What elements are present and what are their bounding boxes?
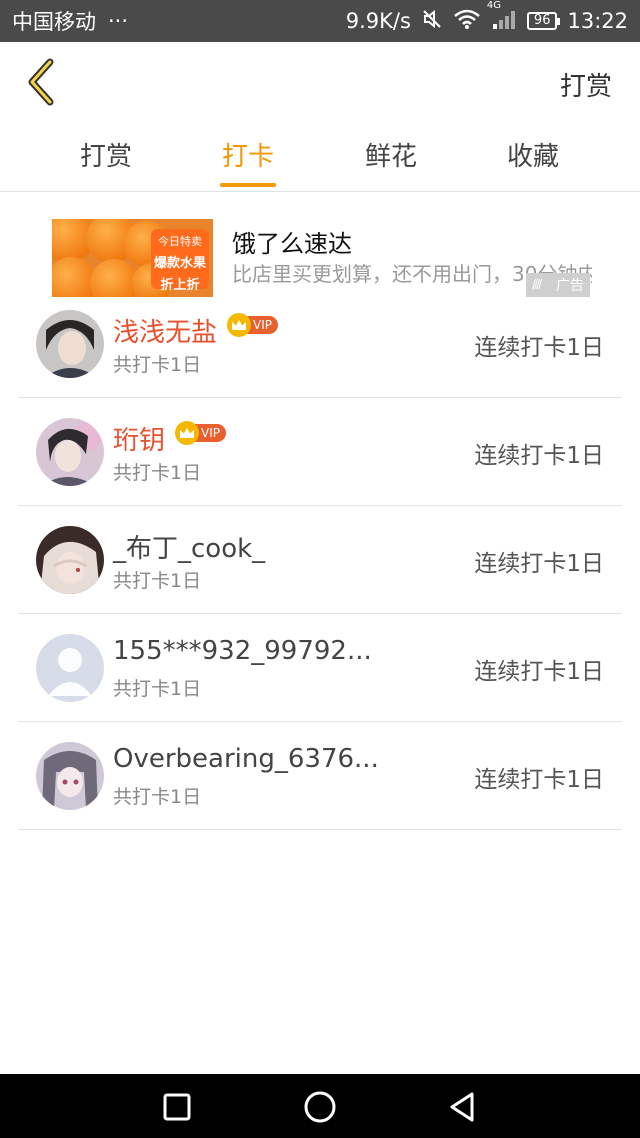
crown-icon xyxy=(227,313,252,337)
total-checkins: 共打卡1日 xyxy=(113,786,202,808)
user-name: Overbearing_6376... xyxy=(113,744,379,774)
streak-days: 连续打卡1日 xyxy=(474,767,604,793)
tab-checkin[interactable]: 打卡 xyxy=(198,136,298,187)
ad-image: 今日特卖 爆款水果 折上折 xyxy=(52,219,213,297)
streak-days: 连续打卡1日 xyxy=(474,551,604,577)
mute-icon xyxy=(421,8,443,35)
tab-label: 打赏 xyxy=(79,142,132,172)
triangle-back-icon xyxy=(450,1092,474,1122)
ad-image-badge-main: 爆款水果 xyxy=(153,256,206,271)
tab-reward[interactable]: 打赏 xyxy=(56,136,156,173)
tab-bar: 打赏 打卡 鲜花 收藏 xyxy=(0,126,640,192)
user-name: _布丁_cook_ xyxy=(113,534,266,564)
user-name-text: 珩钥 xyxy=(113,426,166,456)
ad-banner[interactable]: 今日特卖 爆款水果 折上折 饿了么速达 比店里买更划算，还不用出门，30分钟内送… xyxy=(52,219,592,299)
avatar xyxy=(36,742,104,810)
streak-days: 连续打卡1日 xyxy=(474,335,604,361)
tab-label: 鲜花 xyxy=(364,142,417,172)
list-item[interactable]: 浅浅无盐 VIP 共打卡1日 连续打卡1日 xyxy=(18,290,622,398)
chevron-left-icon xyxy=(28,58,54,106)
square-icon xyxy=(163,1093,191,1121)
checkin-list: 浅浅无盐 VIP 共打卡1日 连续打卡1日 珩钥 VIP 共打卡1日 连续打卡1日 … xyxy=(18,290,622,830)
total-checkins: 共打卡1日 xyxy=(113,570,202,592)
recent-apps-button[interactable] xyxy=(160,1090,194,1124)
system-nav-bar xyxy=(0,1074,640,1138)
status-bar: 中国移动 ··· 9.9K/s 4G 96 13:22 xyxy=(0,0,640,42)
user-name: 155***932_99792... xyxy=(113,636,372,666)
streak-days: 连续打卡1日 xyxy=(474,443,604,469)
tab-label: 打卡 xyxy=(221,142,274,172)
wifi-icon xyxy=(453,8,481,35)
default-avatar-icon xyxy=(36,634,104,702)
back-button[interactable] xyxy=(22,58,62,108)
list-item[interactable]: _布丁_cook_ 共打卡1日 连续打卡1日 xyxy=(18,506,622,614)
user-name-text: 浅浅无盐 xyxy=(113,318,218,348)
vip-badge: VIP xyxy=(175,421,226,445)
tab-favorites[interactable]: 收藏 xyxy=(483,136,583,173)
streak-days: 连续打卡1日 xyxy=(474,659,604,685)
list-item[interactable]: 珩钥 VIP 共打卡1日 连续打卡1日 xyxy=(18,398,622,506)
more-indicator: ··· xyxy=(108,9,129,33)
tab-label: 收藏 xyxy=(506,142,559,172)
signal-icon: 4G xyxy=(487,0,517,35)
reward-button[interactable]: 打赏 xyxy=(560,66,612,103)
total-checkins: 共打卡1日 xyxy=(113,462,202,484)
ad-image-badge: 今日特卖 爆款水果 折上折 xyxy=(151,229,209,293)
user-name: 珩钥 VIP xyxy=(113,420,226,457)
active-tab-indicator xyxy=(220,183,276,187)
circle-icon xyxy=(304,1091,336,1123)
ad-title: 饿了么速达 xyxy=(232,230,352,258)
avatar xyxy=(36,634,104,702)
network-type: 4G xyxy=(486,0,502,11)
clock: 13:22 xyxy=(567,9,628,33)
list-item[interactable]: 155***932_99792... 共打卡1日 连续打卡1日 xyxy=(18,614,622,722)
home-button[interactable] xyxy=(303,1090,337,1124)
crown-icon xyxy=(175,421,200,445)
tab-flowers[interactable]: 鲜花 xyxy=(341,136,441,173)
avatar xyxy=(36,418,104,486)
carrier-label: 中国移动 xyxy=(12,10,96,34)
ad-logo-icon: //// xyxy=(532,277,542,291)
list-item[interactable]: Overbearing_6376... 共打卡1日 连续打卡1日 xyxy=(18,722,622,830)
user-name: 浅浅无盐 VIP xyxy=(113,312,278,349)
back-nav-button[interactable] xyxy=(446,1090,480,1124)
battery-indicator: 96 xyxy=(526,12,560,30)
network-speed: 9.9K/s xyxy=(345,9,411,33)
page-header: 打赏 xyxy=(0,42,640,126)
total-checkins: 共打卡1日 xyxy=(113,678,202,700)
avatar xyxy=(36,526,104,594)
ad-image-badge-top: 今日特卖 xyxy=(158,235,202,248)
total-checkins: 共打卡1日 xyxy=(113,354,202,376)
vip-badge: VIP xyxy=(227,313,278,337)
avatar xyxy=(36,310,104,378)
